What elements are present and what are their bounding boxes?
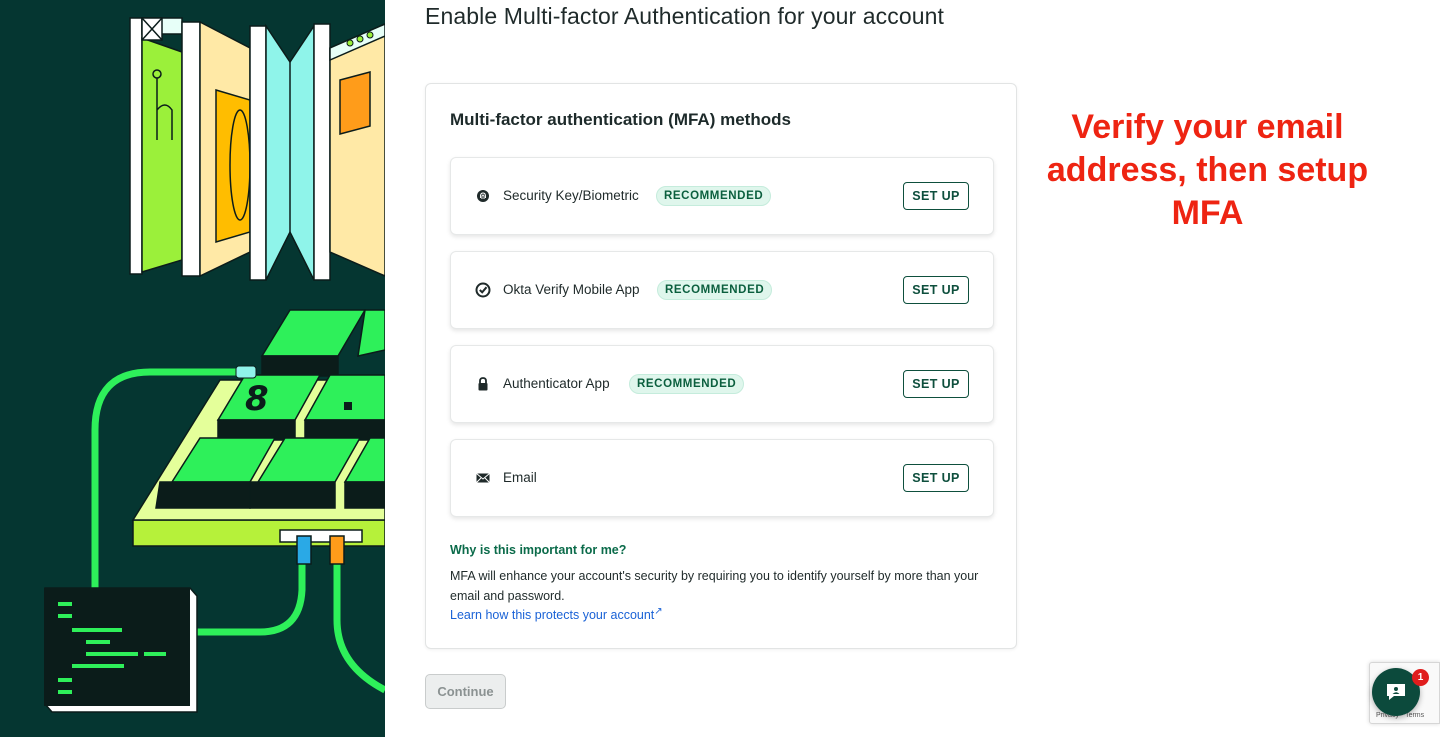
learn-more-link[interactable]: Learn how this protects your account↗ bbox=[450, 606, 663, 622]
page-title: Enable Multi-factor Authentication for y… bbox=[425, 3, 945, 29]
svg-text:8: 8 bbox=[245, 379, 269, 419]
method-email: Email SET UP bbox=[450, 439, 994, 517]
setup-okta-verify-button[interactable]: SET UP bbox=[903, 276, 969, 304]
illustration-panel: 8 bbox=[0, 0, 385, 737]
fingerprint-icon bbox=[475, 188, 491, 204]
why-important-text: MFA will enhance your account's security… bbox=[450, 569, 979, 603]
lock-icon bbox=[475, 376, 491, 392]
learn-more-label: Learn how this protects your account bbox=[450, 608, 655, 623]
method-label: Security Key/Biometric bbox=[503, 188, 639, 203]
method-authenticator-app: Authenticator App RECOMMENDED SET UP bbox=[450, 345, 994, 423]
setup-email-button[interactable]: SET UP bbox=[903, 464, 969, 492]
why-important-heading: Why is this important for me? bbox=[450, 543, 627, 557]
recommended-badge: RECOMMENDED bbox=[657, 280, 773, 300]
continue-button[interactable]: Continue bbox=[425, 674, 506, 709]
recommended-badge: RECOMMENDED bbox=[629, 374, 745, 394]
instruction-annotation: Verify your email address, then setup MF… bbox=[1046, 108, 1369, 232]
chat-icon bbox=[1387, 684, 1405, 700]
recaptcha-terms: Terms bbox=[1405, 712, 1425, 719]
envelope-icon bbox=[475, 470, 491, 486]
method-label: Authenticator App bbox=[503, 376, 610, 391]
external-link-icon: ↗ bbox=[654, 606, 663, 617]
okta-verify-icon bbox=[475, 282, 491, 298]
setup-security-key-button[interactable]: SET UP bbox=[903, 182, 969, 210]
security-illustration: 8 bbox=[44, 17, 385, 713]
setup-authenticator-app-button[interactable]: SET UP bbox=[903, 370, 969, 398]
app-root: 8 Enable Multi-factor Authentication for… bbox=[0, 0, 1440, 737]
method-label: Okta Verify Mobile App bbox=[503, 282, 640, 297]
recommended-badge: RECOMMENDED bbox=[656, 186, 772, 206]
method-security-key: Security Key/Biometric RECOMMENDED SET U… bbox=[450, 157, 994, 235]
method-label: Email bbox=[503, 470, 537, 485]
chat-notification-badge: 1 bbox=[1412, 669, 1429, 686]
card-title: Multi-factor authentication (MFA) method… bbox=[450, 110, 791, 129]
main-content: Enable Multi-factor Authentication for y… bbox=[385, 0, 1440, 737]
mfa-methods-card: Multi-factor authentication (MFA) method… bbox=[425, 83, 1017, 649]
method-okta-verify: Okta Verify Mobile App RECOMMENDED SET U… bbox=[450, 251, 994, 329]
